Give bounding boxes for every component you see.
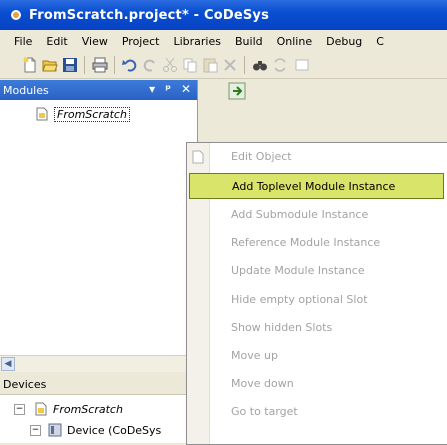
menu-edit[interactable]: Edit <box>46 35 67 48</box>
menu-item-add-submodule-instance[interactable]: Add Submodule Instance <box>187 201 447 227</box>
devices-panel-header: Devices <box>0 374 197 395</box>
menu-item-label: Move down <box>231 376 294 390</box>
cut-icon <box>163 57 177 72</box>
tree-item-label: Device (CoDeSys <box>67 423 162 437</box>
toolbar-separator <box>114 56 115 74</box>
redo-icon <box>143 59 155 72</box>
toolbar <box>0 52 447 79</box>
device-icon <box>48 423 62 437</box>
menu-file[interactable]: File <box>14 35 32 48</box>
editor-tab-icon[interactable] <box>228 82 246 100</box>
print-icon[interactable] <box>92 57 108 73</box>
open-folder-icon[interactable] <box>42 57 58 73</box>
menu-debug[interactable]: Debug <box>326 35 362 48</box>
close-icon[interactable]: ✕ <box>181 82 191 96</box>
delete-icon <box>224 59 236 71</box>
pin-icon[interactable]: ᵖ <box>165 82 171 96</box>
menu-item-label: Update Module Instance <box>231 263 365 277</box>
replace-icon <box>274 58 286 72</box>
tree-item-device[interactable]: − Device (CoDeSys <box>30 422 161 438</box>
menu-libraries[interactable]: Libraries <box>173 35 221 48</box>
menu-bar: File Edit View Project Libraries Build O… <box>0 30 447 52</box>
toolbar-separator <box>244 56 245 74</box>
save-icon[interactable] <box>62 57 78 73</box>
menu-item-move-down[interactable]: Move down <box>187 370 447 396</box>
tree-item-fromscratch[interactable]: FromScratch <box>34 106 130 122</box>
menu-build[interactable]: Build <box>235 35 263 48</box>
undo-icon[interactable] <box>122 57 138 73</box>
find-icon[interactable] <box>252 57 268 73</box>
menu-item-add-toplevel-module-instance[interactable]: Add Toplevel Module Instance <box>189 173 444 199</box>
menu-more[interactable]: C <box>376 35 384 48</box>
menu-item-update-module-instance[interactable]: Update Module Instance <box>187 257 447 283</box>
menu-item-label: Hide empty optional Slot <box>231 292 368 306</box>
menu-item-label: Edit Object <box>231 149 292 163</box>
menu-view[interactable]: View <box>82 35 108 48</box>
tree-item-label: FromScratch <box>53 402 123 416</box>
tree-item-fromscratch[interactable]: − FromScratch <box>14 401 123 417</box>
menu-item-move-up[interactable]: Move up <box>187 342 447 368</box>
scroll-left-icon[interactable]: ◀ <box>1 357 15 371</box>
menu-item-edit-object[interactable]: Edit Object <box>187 143 447 169</box>
tree-item-label: FromScratch <box>54 106 130 122</box>
devices-panel: Devices − FromScratch − Device (CoDeSys <box>0 374 197 443</box>
menu-item-label: Go to target <box>231 404 298 418</box>
menu-item-show-hidden-slots[interactable]: Show hidden Slots <box>187 314 447 340</box>
copy-icon <box>183 58 197 73</box>
title-bar: FromScratch.project* - CoDeSys <box>0 0 447 30</box>
menu-item-label: Add Submodule Instance <box>231 207 369 221</box>
new-file-icon[interactable] <box>22 57 38 73</box>
project-icon <box>36 107 48 121</box>
devices-panel-title: Devices <box>3 377 47 391</box>
app-icon <box>11 10 21 20</box>
collapse-icon[interactable]: − <box>30 424 41 436</box>
menu-item-label: Add Toplevel Module Instance <box>232 179 396 193</box>
menu-item-label: Reference Module Instance <box>231 235 381 249</box>
project-icon <box>35 402 47 416</box>
menu-online[interactable]: Online <box>277 35 312 48</box>
toolbar-separator <box>84 56 85 74</box>
menu-project[interactable]: Project <box>122 35 160 48</box>
window-icon <box>295 59 309 71</box>
paste-icon <box>203 58 218 73</box>
menu-item-label: Show hidden Slots <box>231 320 333 334</box>
menu-item-go-to-target[interactable]: Go to target <box>187 398 447 424</box>
context-menu: Edit Object Add Toplevel Module Instance… <box>186 142 447 445</box>
menu-item-label: Move up <box>231 348 278 362</box>
horizontal-scrollbar[interactable]: ◀ <box>0 355 197 372</box>
menu-item-reference-module-instance[interactable]: Reference Module Instance <box>187 229 447 255</box>
modules-panel: Modules ▾ ᵖ ✕ FromScratch ◀ <box>0 80 198 372</box>
collapse-icon[interactable]: − <box>14 403 25 415</box>
menu-item-hide-empty-optional-slot[interactable]: Hide empty optional Slot <box>187 286 447 312</box>
modules-panel-header: Modules ▾ ᵖ ✕ <box>0 80 197 100</box>
modules-panel-title: Modules <box>3 83 49 97</box>
dropdown-icon[interactable]: ▾ <box>149 82 155 96</box>
window-title: FromScratch.project* - CoDeSys <box>29 7 270 23</box>
